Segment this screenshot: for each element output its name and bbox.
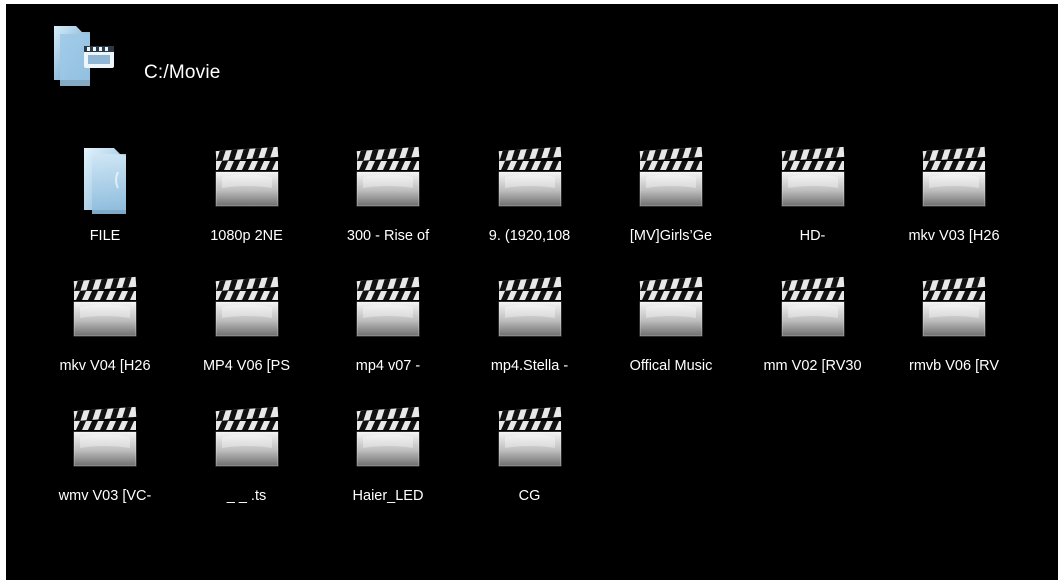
folder-item[interactable]: FILE bbox=[34, 144, 174, 272]
clapperboard-icon bbox=[356, 146, 420, 207]
clapperboard-icon bbox=[498, 276, 561, 337]
file-name-label: mkv V04 [H26 bbox=[59, 358, 151, 374]
clapperboard-icon bbox=[215, 146, 278, 207]
file-name-label: mp4 v07 - bbox=[355, 358, 421, 374]
file-name-label: [MV]Girls’Ge bbox=[629, 228, 713, 244]
file-name-label: wmv V03 [VC- bbox=[58, 488, 152, 504]
file-name-label: Offical Music bbox=[629, 358, 713, 374]
video-file-item[interactable]: 300 - Rise of bbox=[317, 144, 457, 272]
file-name-label: Haier_LED bbox=[352, 488, 424, 504]
file-name-label: 1080p 2NE bbox=[210, 228, 283, 244]
video-file-item[interactable]: CG bbox=[459, 404, 599, 532]
file-name-label: rmvb V06 [RV bbox=[909, 358, 999, 374]
file-name-label: MP4 V06 [PS bbox=[202, 358, 291, 374]
file-name-label: mp4.Stella - bbox=[490, 358, 569, 374]
clapperboard-icon bbox=[498, 406, 561, 467]
video-file-item[interactable]: Offical Music bbox=[600, 274, 740, 402]
file-name-label: FILE bbox=[89, 228, 121, 244]
video-file-item[interactable]: mm V02 [RV30 bbox=[742, 274, 882, 402]
video-file-item[interactable]: mp4.Stella - bbox=[459, 274, 599, 402]
video-file-item[interactable]: rmvb V06 [RV bbox=[883, 274, 1023, 402]
clapperboard-icon bbox=[922, 276, 986, 337]
video-file-item[interactable]: Haier_LED bbox=[317, 404, 457, 532]
video-file-item[interactable]: mp4 v07 - bbox=[317, 274, 457, 402]
file-name-label: 9. (1920,108 bbox=[488, 228, 571, 244]
clapperboard-icon bbox=[781, 276, 844, 337]
clapperboard-icon bbox=[922, 146, 986, 207]
clapperboard-icon bbox=[498, 146, 561, 207]
video-file-item[interactable]: [MV]Girls’Ge bbox=[600, 144, 740, 272]
file-name-label: 300 - Rise of bbox=[346, 228, 430, 244]
file-name-label: CG bbox=[518, 488, 541, 504]
file-name-label: mkv V03 [H26 bbox=[908, 228, 1000, 244]
folder-icon bbox=[84, 148, 126, 214]
video-folder-icon bbox=[54, 26, 114, 86]
video-file-item[interactable]: HD- bbox=[742, 144, 882, 272]
video-file-item[interactable]: MP4 V06 [PS bbox=[176, 274, 316, 402]
video-file-item[interactable]: wmv V03 [VC- bbox=[34, 404, 174, 532]
current-path: C:/Movie bbox=[144, 62, 221, 83]
video-file-item[interactable]: 1080p 2NE bbox=[176, 144, 316, 272]
clapperboard-icon bbox=[639, 146, 703, 207]
file-name-label: mm V02 [RV30 bbox=[763, 358, 862, 374]
video-file-item[interactable]: mkv V04 [H26 bbox=[34, 274, 174, 402]
clapperboard-icon bbox=[73, 406, 137, 467]
video-file-item[interactable]: _ _ .ts bbox=[176, 404, 316, 532]
clapperboard-icon bbox=[356, 406, 420, 467]
video-file-item[interactable]: mkv V03 [H26 bbox=[883, 144, 1023, 272]
clapperboard-icon bbox=[639, 276, 703, 337]
clapperboard-icon bbox=[215, 406, 278, 467]
clapperboard-icon bbox=[215, 276, 278, 337]
clapperboard-icon bbox=[73, 276, 137, 337]
file-name-label: _ _ .ts bbox=[226, 488, 267, 504]
clapperboard-icon bbox=[781, 146, 844, 207]
file-name-label: HD- bbox=[799, 228, 826, 244]
file-browser-screen: C:/Movie FILE 1080p 2NE 300 - Rise of 9. (1… bbox=[6, 4, 1058, 580]
clapperboard-icon bbox=[356, 276, 420, 337]
video-file-item[interactable]: 9. (1920,108 bbox=[459, 144, 599, 272]
